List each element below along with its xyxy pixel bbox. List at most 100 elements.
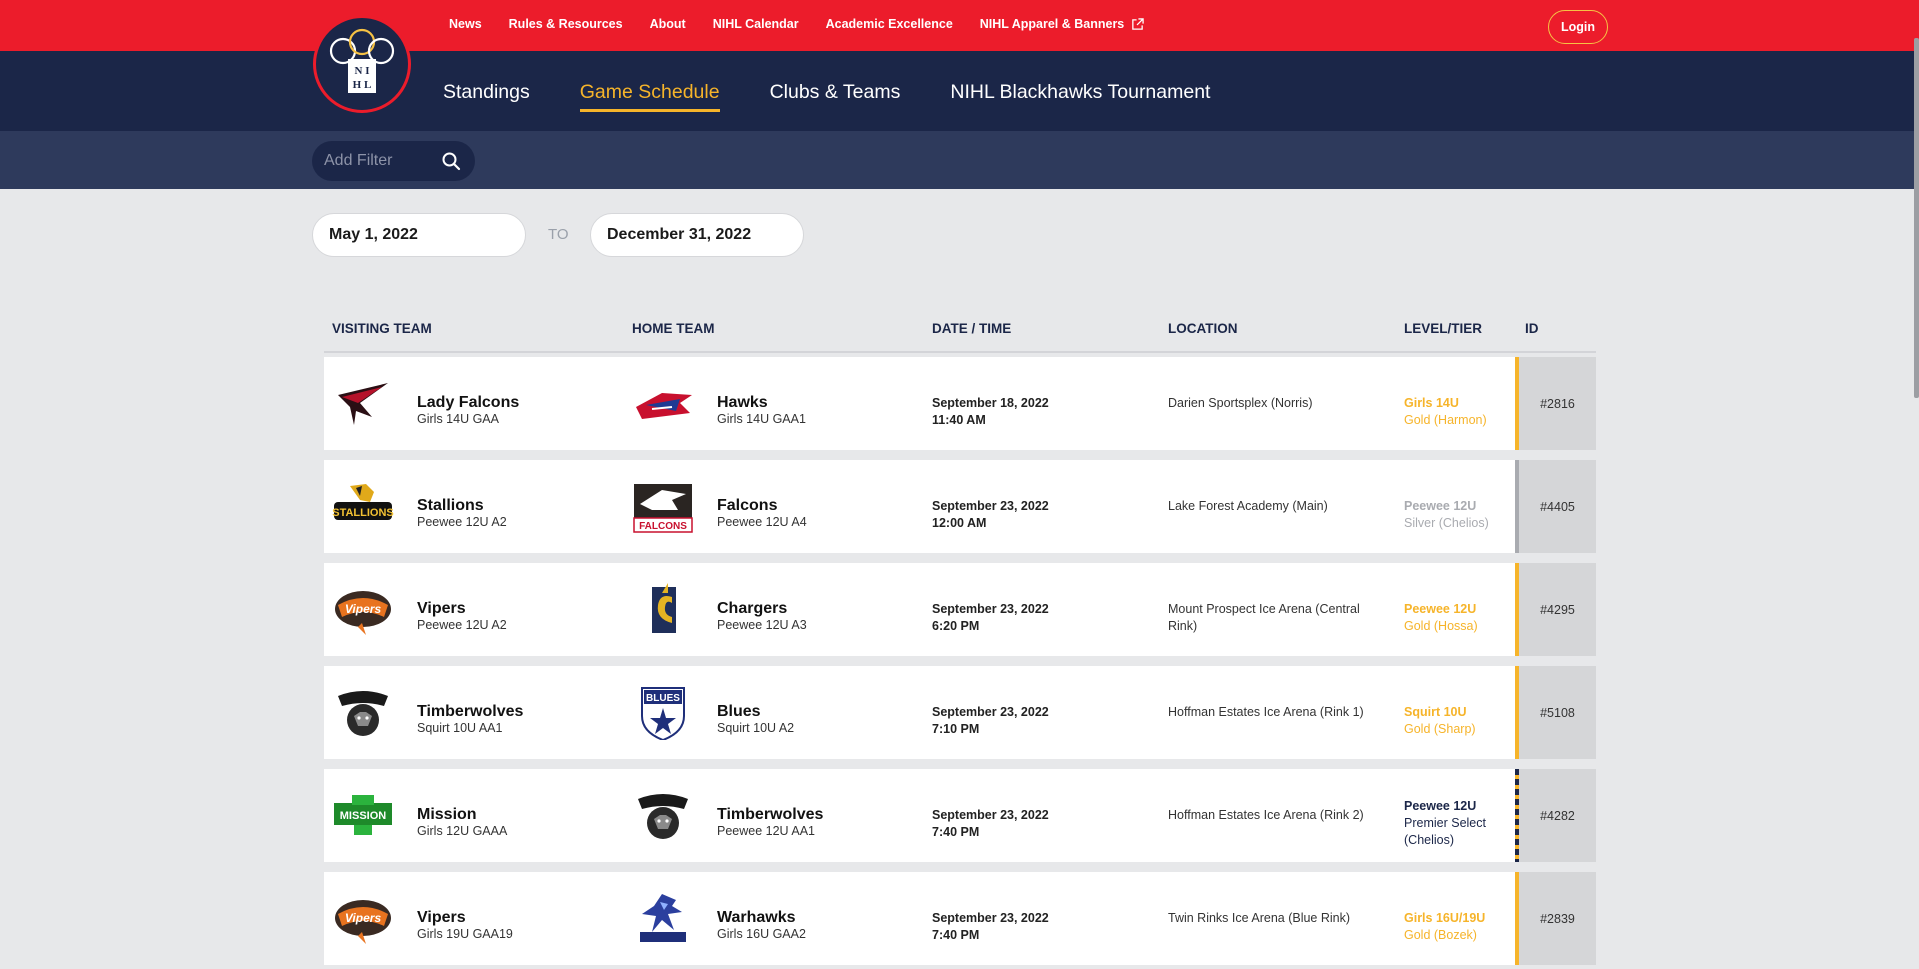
tier-name: Gold (Bozek) xyxy=(1404,928,1477,942)
table-row[interactable]: Timberwolves Squirt 10U AA1 BLUES Blues … xyxy=(324,666,1596,759)
home-team-name[interactable]: Chargers xyxy=(717,600,787,618)
table-row[interactable]: Vipers Vipers Peewee 12U A2 Chargers Pee… xyxy=(324,563,1596,656)
home-team-division: Peewee 12U AA1 xyxy=(717,824,815,838)
header-id[interactable]: ID xyxy=(1525,321,1539,336)
game-location[interactable]: Hoffman Estates Ice Arena (Rink 2) xyxy=(1168,807,1388,824)
date-from-input[interactable]: May 1, 2022 xyxy=(312,213,526,257)
visiting-team-name[interactable]: Lady Falcons xyxy=(417,394,519,412)
tier-name: Gold (Harmon) xyxy=(1404,413,1487,427)
home-team-name[interactable]: Hawks xyxy=(717,394,768,412)
visiting-team-name[interactable]: Vipers xyxy=(417,600,466,618)
game-id: #4405 xyxy=(1519,460,1596,553)
stallions-logo-icon: STALLIONS xyxy=(332,484,394,520)
visiting-team-name[interactable]: Stallions xyxy=(417,497,484,515)
visiting-team-name[interactable]: Vipers xyxy=(417,909,466,927)
table-row[interactable]: Vipers Vipers Girls 19U GAA19 Warhawks G… xyxy=(324,872,1596,965)
header-home-team[interactable]: HOME TEAM xyxy=(632,321,715,336)
header-location[interactable]: LOCATION xyxy=(1168,321,1238,336)
level-tier: Girls 16U/19U Gold (Bozek) xyxy=(1404,910,1514,944)
game-datetime: September 23, 2022 7:40 PM xyxy=(932,910,1049,944)
visiting-team-division: Girls 12U GAAA xyxy=(417,824,508,838)
warhawks-logo-icon xyxy=(640,894,686,942)
home-team-name[interactable]: Timberwolves xyxy=(717,806,823,824)
table-row[interactable]: Lady Falcons Girls 14U GAA Hawks Girls 1… xyxy=(324,357,1596,450)
table-row[interactable]: STALLIONS Stallions Peewee 12U A2 FALCON… xyxy=(324,460,1596,553)
level-name: Girls 14U xyxy=(1404,396,1459,410)
level-name: Peewee 12U xyxy=(1404,799,1477,813)
main-nav: Standings Game Schedule Clubs & Teams NI… xyxy=(0,51,1919,131)
game-id: #2816 xyxy=(1519,357,1596,450)
external-link-icon xyxy=(1132,17,1144,30)
game-date: September 23, 2022 xyxy=(932,808,1049,822)
nav-link-rules-resources[interactable]: Rules & Resources xyxy=(509,17,623,31)
nav-link-apparel-banners[interactable]: NIHL Apparel & Banners xyxy=(980,17,1144,31)
nav-link-academic-excellence[interactable]: Academic Excellence xyxy=(826,17,953,31)
vipers-logo-icon: Vipers xyxy=(335,900,391,944)
tier-name: Gold (Sharp) xyxy=(1404,722,1476,736)
scrollbar-thumb[interactable] xyxy=(1914,38,1919,398)
level-tier: Peewee 12U Premier Select (Chelios) xyxy=(1404,798,1514,849)
level-name: Girls 16U/19U xyxy=(1404,911,1486,925)
nav-link-news[interactable]: News xyxy=(449,17,482,31)
visiting-team-division: Peewee 12U A2 xyxy=(417,618,507,632)
home-team-division: Girls 16U GAA2 xyxy=(717,927,806,941)
falcons-logo-icon: FALCONS xyxy=(633,484,693,533)
visiting-team-division: Girls 14U GAA xyxy=(417,412,499,426)
home-team-name[interactable]: Warhawks xyxy=(717,909,796,927)
game-id: #2839 xyxy=(1519,872,1596,965)
header-date-time[interactable]: DATE / TIME xyxy=(932,321,1011,336)
game-location[interactable]: Darien Sportsplex (Norris) xyxy=(1168,395,1388,412)
game-date: September 23, 2022 xyxy=(932,911,1049,925)
game-datetime: September 23, 2022 12:00 AM xyxy=(932,498,1049,532)
nav-link-nihl-calendar[interactable]: NIHL Calendar xyxy=(713,17,799,31)
blues-logo-icon: BLUES xyxy=(641,687,685,740)
visiting-team-name[interactable]: Timberwolves xyxy=(417,703,523,721)
nav-clubs-teams[interactable]: Clubs & Teams xyxy=(770,81,901,110)
nav-link-apparel-label: NIHL Apparel & Banners xyxy=(979,17,1125,31)
game-date: September 23, 2022 xyxy=(932,499,1049,513)
tier-name: Gold (Hossa) xyxy=(1404,619,1478,633)
utility-nav: News Rules & Resources About NIHL Calend… xyxy=(449,17,1171,31)
blues-logo-text: BLUES xyxy=(646,693,680,704)
level-name: Peewee 12U xyxy=(1404,602,1477,616)
game-time: 12:00 AM xyxy=(932,516,987,530)
game-time: 7:10 PM xyxy=(932,722,980,736)
utility-bar: News Rules & Resources About NIHL Calend… xyxy=(0,0,1919,51)
nav-game-schedule[interactable]: Game Schedule xyxy=(579,81,720,112)
nihl-logo[interactable]: N I H L xyxy=(313,15,411,113)
home-team-division: Squirt 10U A2 xyxy=(717,721,795,735)
game-date: September 23, 2022 xyxy=(932,705,1049,719)
game-location[interactable]: Lake Forest Academy (Main) xyxy=(1168,498,1388,515)
search-icon[interactable] xyxy=(441,151,461,171)
game-id: #5108 xyxy=(1519,666,1596,759)
olympic-rings-logo-icon: N I H L xyxy=(329,28,395,93)
level-tier: Peewee 12U Gold (Hossa) xyxy=(1404,601,1514,635)
header-visiting-team[interactable]: VISITING TEAM xyxy=(332,321,432,336)
timberwolves-logo-icon xyxy=(638,794,688,839)
header-level-tier[interactable]: LEVEL/TIER xyxy=(1404,321,1482,336)
home-team-name[interactable]: Blues xyxy=(717,703,761,721)
nav-standings[interactable]: Standings xyxy=(443,81,530,110)
hawks-logo-icon xyxy=(636,393,692,419)
game-location[interactable]: Twin Rinks Ice Arena (Blue Rink) xyxy=(1168,910,1388,927)
vipers-logo-text: Vipers xyxy=(345,911,382,925)
home-team-name[interactable]: Falcons xyxy=(717,497,777,515)
login-button[interactable]: Login xyxy=(1548,10,1608,44)
mission-logo-text: MISSION xyxy=(340,810,387,822)
level-tier: Girls 14U Gold (Harmon) xyxy=(1404,395,1514,429)
game-time: 7:40 PM xyxy=(932,825,980,839)
game-location[interactable]: Mount Prospect Ice Arena (Central Rink) xyxy=(1168,601,1388,635)
header-divider xyxy=(324,351,1596,353)
lady-falcons-logo-icon xyxy=(338,383,388,425)
date-to-input[interactable]: December 31, 2022 xyxy=(590,213,804,257)
game-location[interactable]: Hoffman Estates Ice Arena (Rink 1) xyxy=(1168,704,1388,721)
game-datetime: September 23, 2022 7:10 PM xyxy=(932,704,1049,738)
nav-link-about[interactable]: About xyxy=(650,17,686,31)
visiting-team-name[interactable]: Mission xyxy=(417,806,477,824)
nav-blackhawks-tournament[interactable]: NIHL Blackhawks Tournament xyxy=(950,81,1210,110)
level-tier: Squirt 10U Gold (Sharp) xyxy=(1404,704,1514,738)
filter-input[interactable]: Add Filter xyxy=(312,141,475,181)
table-row[interactable]: MISSION Mission Girls 12U GAAA Timberwol… xyxy=(324,769,1596,862)
game-id: #4295 xyxy=(1519,563,1596,656)
tier-name: Silver (Chelios) xyxy=(1404,516,1489,530)
